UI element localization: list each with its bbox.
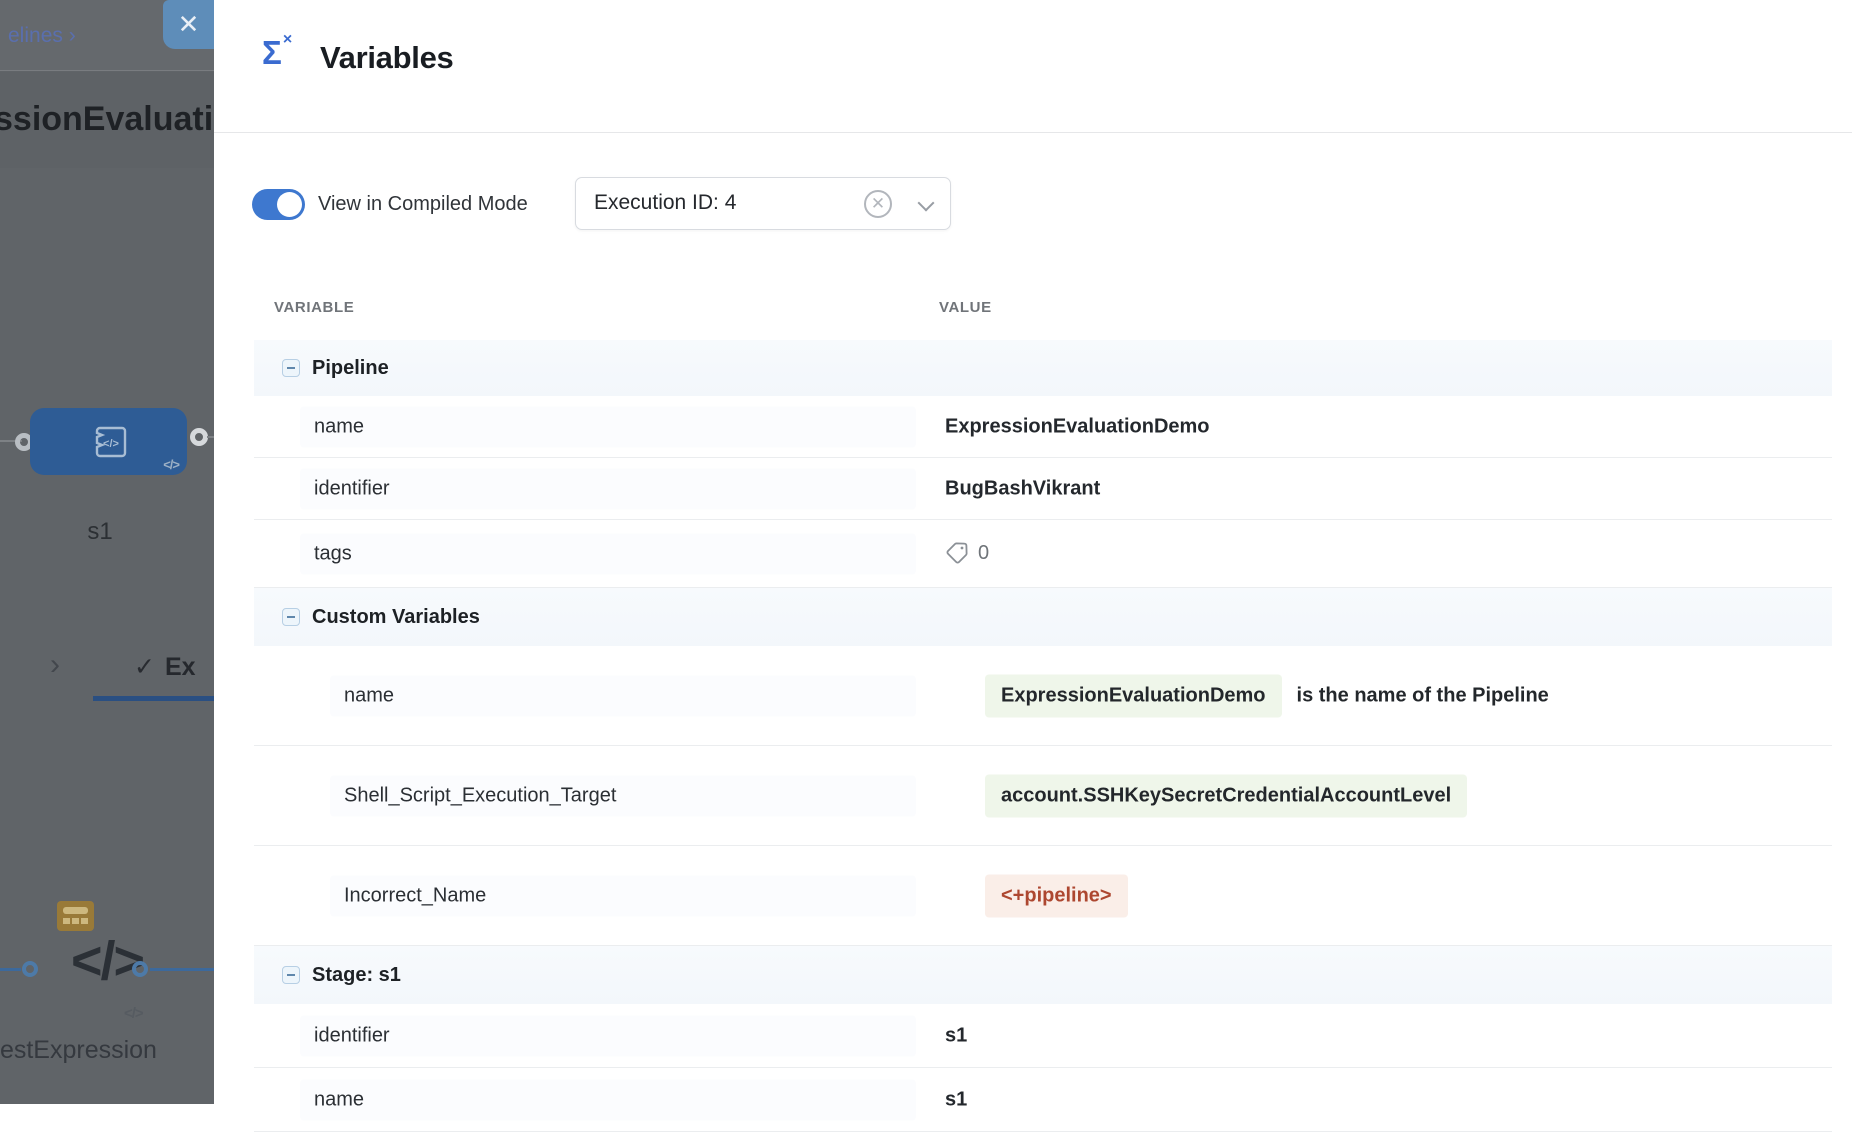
table-row: identifier s1 (254, 1004, 1832, 1068)
check-icon: ✓ (134, 653, 155, 681)
variable-name: identifier (314, 477, 390, 499)
section-label: Pipeline (312, 357, 389, 380)
column-header-value: VALUE (939, 299, 992, 316)
variable-value: 0 (945, 541, 989, 567)
collapse-icon[interactable] (282, 608, 300, 626)
pipeline-title: ssionEvaluati (0, 100, 213, 139)
table-row: name ExpressionEvaluationDemo (254, 396, 1832, 458)
compiled-mode-toggle[interactable] (252, 189, 305, 220)
table-row: Incorrect_Name <+pipeline> (254, 846, 1832, 946)
variable-value-chip: ExpressionEvaluationDemo (985, 674, 1282, 717)
clear-selection-icon[interactable]: ✕ (864, 190, 892, 218)
step-badge-icon (57, 901, 94, 931)
active-tab-underline (93, 696, 214, 701)
variable-value: ExpressionEvaluationDemo (945, 415, 1210, 438)
variables-panel: Σ× Variables View in Compiled Mode Execu… (214, 0, 1852, 1104)
connector-ring (132, 961, 148, 977)
connector-line (0, 968, 21, 971)
variable-name: name (314, 1088, 364, 1110)
table-row: identifier BugBashVikrant (254, 458, 1832, 520)
connector-line (207, 436, 214, 438)
stage-node-label: s1 (0, 518, 200, 546)
section-label: Stage: s1 (312, 964, 401, 987)
toggle-knob (277, 192, 302, 217)
section-header-stage-s1[interactable]: Stage: s1 (254, 946, 1832, 1004)
custom-stage-icon: </> (90, 422, 130, 462)
section-header-pipeline[interactable]: Pipeline (254, 340, 1832, 396)
section-label: Custom Variables (312, 606, 480, 629)
table-row: Shell_Script_Execution_Target account.SS… (254, 746, 1832, 846)
collapse-icon[interactable] (282, 966, 300, 984)
pipeline-editor-background: elines › ssionEvaluati </> </> s1 › ✓Ex … (0, 0, 214, 1104)
variable-name: tags (314, 542, 352, 564)
variable-value: s1 (945, 1088, 967, 1111)
step-type-mini-icon: </> (124, 1005, 143, 1022)
table-header: VARIABLE VALUE (254, 285, 1832, 340)
editor-titlebar: ssionEvaluati (0, 72, 214, 168)
close-button[interactable]: ✕ (163, 0, 214, 49)
variable-name: Shell_Script_Execution_Target (344, 784, 616, 806)
table-row: tags 0 (254, 520, 1832, 588)
variable-name: Incorrect_Name (344, 884, 486, 906)
variables-sigma-icon: Σ× (262, 34, 291, 72)
collapse-chevron-icon[interactable]: › (50, 648, 60, 682)
variable-value: s1 (945, 1024, 967, 1047)
variable-value-suffix: is the name of the Pipeline (1297, 684, 1549, 707)
svg-text:</>: </> (103, 438, 119, 450)
connector-dot (190, 428, 208, 446)
execution-id-value: Execution ID: 4 (594, 191, 736, 215)
chevron-down-icon[interactable] (918, 195, 935, 212)
connector-ring (22, 961, 38, 977)
close-icon: ✕ (178, 9, 200, 40)
variable-name: name (314, 415, 364, 437)
column-header-variable: VARIABLE (274, 299, 354, 316)
node-step-type-icon: </> (163, 457, 179, 472)
shell-script-step-icon[interactable]: </> (40, 930, 174, 992)
tab-execution[interactable]: ✓ Ex (134, 652, 196, 682)
variables-table: VARIABLE VALUE Pipeline name ExpressionE… (254, 285, 1832, 1132)
variable-name: identifier (314, 1024, 390, 1046)
breadcrumb[interactable]: elines › (8, 24, 76, 48)
tag-icon (945, 541, 971, 567)
section-header-custom-variables[interactable]: Custom Variables (254, 588, 1832, 646)
execution-id-select[interactable]: Execution ID: 4 ✕ (575, 177, 951, 230)
table-row: name ExpressionEvaluationDemo is the nam… (254, 646, 1832, 746)
compiled-mode-toggle-label: View in Compiled Mode (318, 193, 528, 216)
tag-count: 0 (978, 542, 989, 565)
variable-value-chip: <+pipeline> (985, 874, 1128, 917)
connector-line (150, 968, 214, 971)
step-label: testExpression (0, 1036, 157, 1065)
panel-title: Variables (320, 40, 453, 76)
tab-execution-label: Ex (165, 653, 196, 681)
panel-header: Σ× Variables (214, 0, 1852, 133)
collapse-icon[interactable] (282, 359, 300, 377)
table-row: name s1 (254, 1068, 1832, 1132)
variable-value: BugBashVikrant (945, 477, 1100, 500)
variable-value-chip: account.SSHKeySecretCredentialAccountLev… (985, 774, 1467, 817)
variable-name: name (344, 684, 394, 706)
stage-node-s1[interactable]: </> </> (30, 408, 187, 475)
